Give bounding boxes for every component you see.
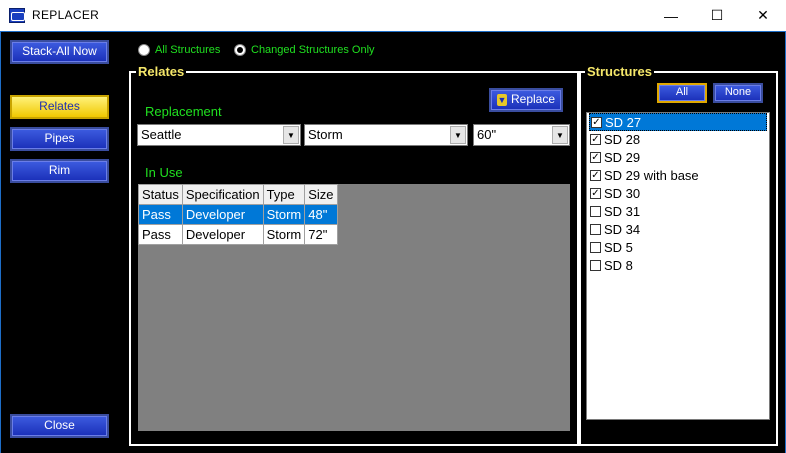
- app-icon: [9, 8, 25, 23]
- maximize-icon[interactable]: ☐: [694, 0, 740, 31]
- relates-group-title: Relates: [136, 64, 187, 79]
- relates-button[interactable]: Relates: [10, 95, 109, 119]
- checkbox-checked-icon[interactable]: ✓: [591, 117, 602, 128]
- list-item[interactable]: ✓ SD 28: [589, 131, 767, 149]
- size-cell: 48": [304, 204, 338, 225]
- all-structures-radio[interactable]: [138, 44, 150, 56]
- checkbox-checked-icon[interactable]: ✓: [590, 188, 601, 199]
- size-cell: 72": [304, 224, 338, 245]
- specification-cell: Developer: [181, 204, 264, 225]
- in-use-table: Status Specification Type Size Pass Deve…: [138, 184, 338, 245]
- close-window-icon[interactable]: ✕: [740, 0, 786, 31]
- download-arrow-icon: ▼: [497, 94, 507, 106]
- list-item[interactable]: ✓ SD 29 with base: [589, 167, 767, 185]
- changed-structures-radio[interactable]: [234, 44, 246, 56]
- size-select-value: 60": [477, 127, 497, 142]
- type-select[interactable]: Storm ▼: [304, 124, 468, 146]
- all-structures-label: All Structures: [155, 44, 221, 56]
- title-bar: REPLACER — ☐ ✕: [0, 0, 786, 32]
- select-none-button[interactable]: None: [713, 83, 763, 103]
- chevron-down-icon: ▼: [450, 126, 466, 144]
- type-cell: Storm: [262, 204, 306, 225]
- list-item[interactable]: ✓ SD 29: [589, 149, 767, 167]
- rim-button[interactable]: Rim: [10, 159, 109, 183]
- in-use-label: In Use: [145, 165, 183, 180]
- type-cell: Storm: [262, 224, 306, 245]
- checkbox-unchecked-icon[interactable]: [590, 224, 601, 235]
- list-item[interactable]: SD 5: [589, 239, 767, 257]
- column-header[interactable]: Size: [304, 184, 338, 205]
- list-item[interactable]: SD 8: [589, 257, 767, 275]
- replacement-label: Replacement: [145, 104, 222, 119]
- chevron-down-icon: ▼: [283, 126, 299, 144]
- table-row[interactable]: Pass Developer Storm 72": [138, 224, 338, 245]
- checkbox-unchecked-icon[interactable]: [590, 242, 601, 253]
- chevron-down-icon: ▼: [552, 126, 568, 144]
- checkbox-checked-icon[interactable]: ✓: [590, 170, 601, 181]
- close-button[interactable]: Close: [10, 414, 109, 438]
- pipes-button[interactable]: Pipes: [10, 127, 109, 151]
- checkbox-unchecked-icon[interactable]: [590, 260, 601, 271]
- list-item[interactable]: SD 34: [589, 221, 767, 239]
- list-item[interactable]: SD 31: [589, 203, 767, 221]
- specification-cell: Developer: [181, 224, 264, 245]
- stack-all-now-button[interactable]: Stack-All Now: [10, 40, 109, 64]
- column-header[interactable]: Type: [262, 184, 306, 205]
- checkbox-checked-icon[interactable]: ✓: [590, 134, 601, 145]
- structures-group-title: Structures: [585, 64, 655, 79]
- column-header[interactable]: Specification: [181, 184, 264, 205]
- type-select-value: Storm: [308, 127, 343, 142]
- table-header-row: Status Specification Type Size: [138, 184, 338, 205]
- select-all-button[interactable]: All: [657, 83, 707, 103]
- replace-button-label: Replace: [510, 92, 556, 106]
- size-select[interactable]: 60" ▼: [473, 124, 570, 146]
- table-row[interactable]: Pass Developer Storm 48": [138, 204, 338, 225]
- checkbox-checked-icon[interactable]: ✓: [590, 152, 601, 163]
- structures-list[interactable]: ✓ SD 27 ✓ SD 28 ✓ SD 29 ✓ SD 29 with bas…: [586, 112, 770, 420]
- column-header[interactable]: Status: [138, 184, 183, 205]
- status-cell: Pass: [138, 204, 183, 225]
- city-select-value: Seattle: [141, 127, 182, 142]
- replace-button[interactable]: ▼ Replace: [489, 88, 563, 112]
- minimize-icon[interactable]: —: [648, 0, 694, 31]
- status-cell: Pass: [138, 224, 183, 245]
- list-item[interactable]: ✓ SD 27: [589, 113, 767, 131]
- window-title: REPLACER: [32, 8, 100, 22]
- city-select[interactable]: Seattle ▼: [137, 124, 301, 146]
- changed-structures-label: Changed Structures Only: [251, 44, 375, 56]
- checkbox-unchecked-icon[interactable]: [590, 206, 601, 217]
- list-item[interactable]: ✓ SD 30: [589, 185, 767, 203]
